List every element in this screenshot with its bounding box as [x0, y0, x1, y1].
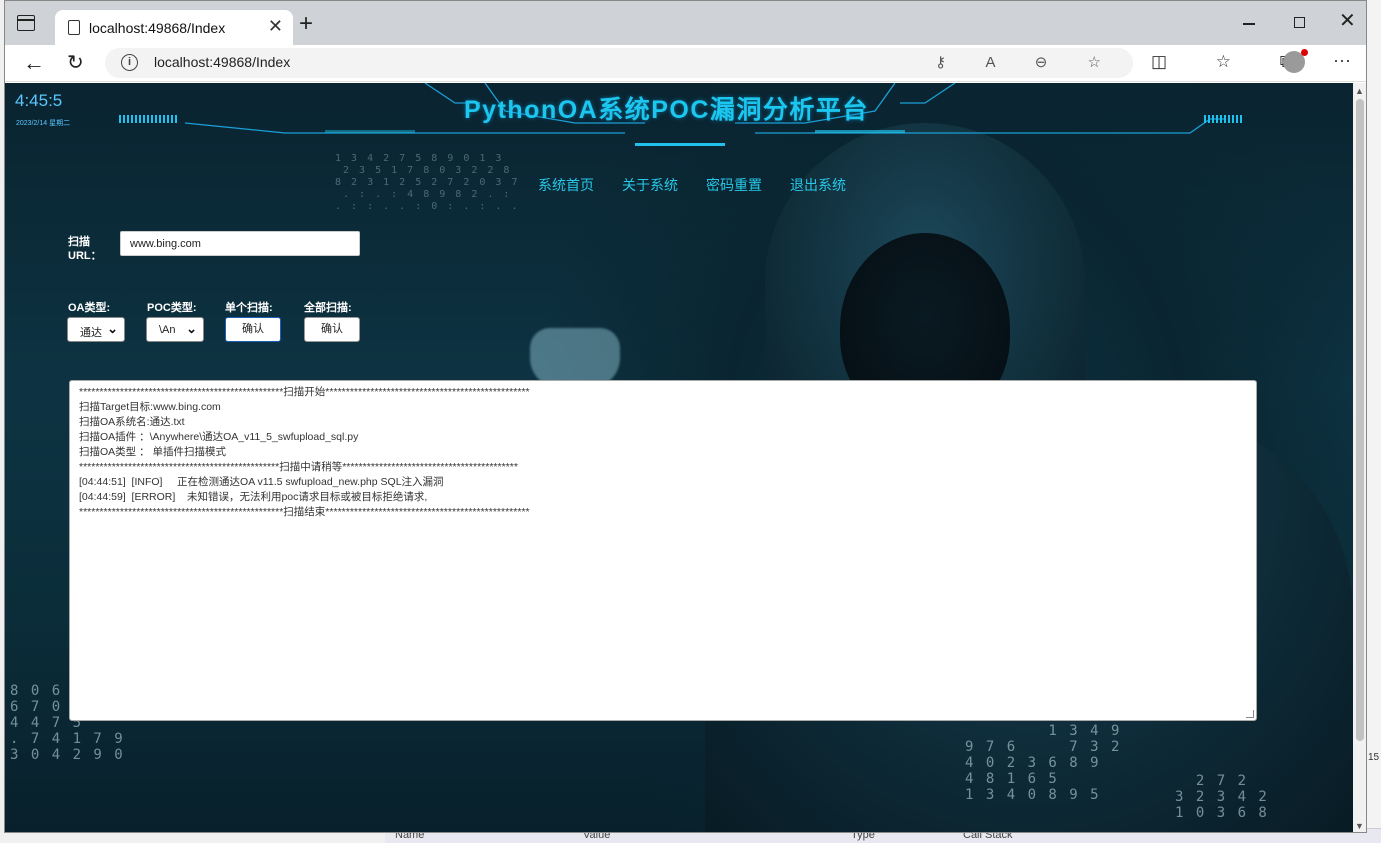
reload-icon[interactable]: ↻ — [67, 50, 84, 75]
maximize-icon[interactable] — [1294, 17, 1305, 28]
page-viewport: 1 3 4 2 7 5 8 9 0 1 3 2 3 5 1 7 8 0 3 2 … — [5, 83, 1353, 832]
tab-actions-icon[interactable] — [17, 15, 35, 31]
address-bar[interactable]: i localhost:49868/Index ⚷ A ⊖ ☆ — [105, 48, 1133, 78]
single-scan-confirm-button[interactable]: 确认 — [225, 317, 281, 342]
log-line: ****************************************… — [79, 461, 518, 473]
more-icon[interactable]: ··· — [1333, 50, 1351, 71]
oa-type-select[interactable]: 通达 ⌄ — [67, 317, 125, 342]
clock-time: 4:45:5 — [15, 91, 63, 110]
chevron-down-icon: ⌄ — [186, 321, 197, 336]
browser-window: localhost:49868/Index ✕ + ✕ ← ↻ i localh… — [4, 0, 1367, 833]
tab-close-icon[interactable]: ✕ — [268, 17, 283, 35]
log-line: ****************************************… — [79, 506, 530, 518]
nav-about[interactable]: 关于系统 — [622, 175, 678, 195]
log-line: ****************************************… — [79, 386, 530, 398]
address-bar-icons[interactable]: ⚷ A ⊖ ☆ — [935, 53, 1119, 71]
poc-type-value: \An — [159, 324, 176, 336]
single-scan-label: 单个扫描: — [225, 302, 273, 314]
browser-tab[interactable]: localhost:49868/Index ✕ — [55, 10, 293, 45]
all-scan-confirm-button[interactable]: 确认 — [304, 317, 360, 342]
log-line: 扫描Target目标:www.bing.com — [79, 401, 221, 413]
oa-type-value: 通达 — [80, 327, 102, 339]
new-tab-icon[interactable]: + — [299, 12, 313, 36]
tab-bar: localhost:49868/Index ✕ + ✕ — [5, 1, 1366, 45]
chevron-down-icon: ⌄ — [107, 321, 118, 336]
clock-date: 2023/2/14 星期二 — [16, 120, 71, 127]
background-hand — [530, 328, 620, 388]
page-title: PythonOA系统POC漏洞分析平台 — [464, 96, 869, 124]
scroll-down-icon[interactable]: ▼ — [1355, 821, 1364, 831]
scrollbar-thumb[interactable] — [1356, 99, 1364, 741]
scroll-up-icon[interactable]: ▲ — [1355, 86, 1364, 96]
log-line: [04:44:51] [INFO] 正在检测通达OA v11.5 swfuplo… — [79, 476, 444, 488]
log-line: [04:44:59] [ERROR] 未知错误，无法利用poc请求目标或被目标拒… — [79, 491, 428, 503]
page-icon — [68, 20, 80, 35]
log-line: 扫描OA系统名:通达.txt — [79, 416, 185, 428]
resize-handle[interactable] — [1246, 710, 1254, 718]
nav-logout[interactable]: 退出系统 — [790, 175, 846, 195]
all-scan-label: 全部扫描: — [304, 302, 352, 314]
address-text[interactable]: localhost:49868/Index — [154, 54, 290, 70]
info-icon[interactable]: i — [121, 54, 138, 71]
window-close-icon[interactable]: ✕ — [1339, 11, 1356, 31]
tab-title: localhost:49868/Index — [89, 20, 226, 36]
url-label-line2: URL： — [68, 250, 102, 262]
nav-home[interactable]: 系统首页 — [538, 175, 594, 195]
oa-type-label: OA类型: — [68, 302, 111, 314]
background-digits: 1 3 4 2 7 5 8 9 0 1 3 2 3 5 1 7 8 0 3 2 … — [335, 153, 520, 212]
scan-url-input[interactable] — [120, 231, 360, 256]
profile-avatar[interactable] — [1283, 49, 1308, 73]
poc-type-select[interactable]: \An ⌄ — [146, 317, 204, 342]
desktop-number: 15 — [1368, 752, 1380, 763]
minimize-icon[interactable] — [1243, 23, 1255, 25]
back-icon[interactable]: ← — [23, 50, 45, 76]
page-scrollbar[interactable]: ▲ ▼ — [1353, 83, 1366, 832]
log-line: 扫描OA类型 ： 单插件扫描模式 — [79, 446, 227, 458]
browser-toolbar: ← ↻ i localhost:49868/Index ⚷ A ⊖ ☆ ◫ ☆ … — [5, 45, 1366, 82]
poc-type-label: POC类型: — [147, 302, 197, 314]
log-line: 扫描OA插件 ：\Anywhere\通达OA_v11_5_swfupload_s… — [79, 431, 359, 443]
nav-reset-password[interactable]: 密码重置 — [706, 175, 762, 195]
desktop-background-right — [1366, 0, 1381, 843]
scan-log-textarea[interactable]: ****************************************… — [69, 380, 1257, 721]
